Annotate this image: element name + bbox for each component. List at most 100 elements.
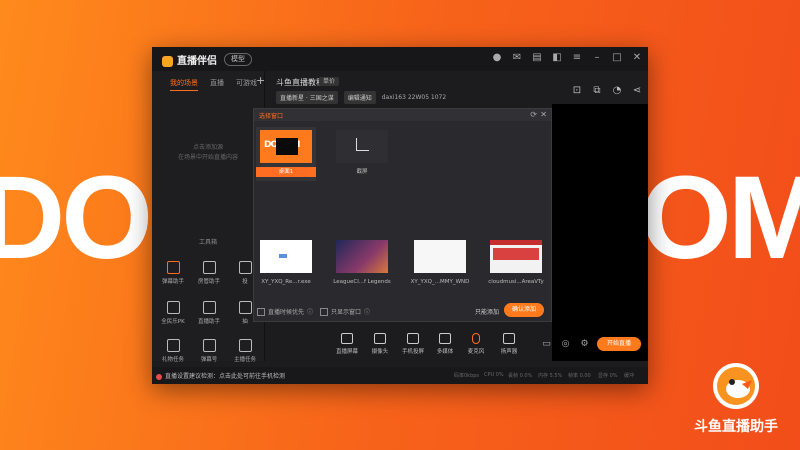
screen-icon — [341, 333, 353, 344]
mic-button[interactable]: 麦克风 — [463, 333, 489, 355]
source-thumbnail: DOC OM — [260, 130, 312, 163]
tool-task[interactable]: 主播任务 — [228, 339, 262, 363]
add-only-link[interactable]: 只能添加 — [475, 307, 499, 316]
maximize-icon[interactable]: □ — [612, 52, 622, 64]
toolbar-label: 多媒体 — [436, 349, 454, 355]
lock-icon[interactable]: ⊡ — [572, 85, 582, 96]
mobile-cast-button[interactable]: 手机投屏 — [400, 333, 426, 355]
tool-gift[interactable]: 礼物任务 — [156, 339, 190, 363]
sidebar-empty-hint: 点击添加源 在场景中开始直播内容 — [152, 143, 264, 163]
source-thumbnail — [336, 240, 388, 273]
source-thumbnail — [414, 240, 466, 273]
notes-icon[interactable]: ▤ — [532, 52, 542, 64]
avatar-icon[interactable]: ● — [492, 52, 502, 64]
timer-icon[interactable]: ◎ — [561, 339, 570, 349]
tool-label: 全民乐PK — [161, 319, 185, 325]
bell-icon[interactable]: ◔ — [612, 85, 622, 96]
mobile-icon — [407, 333, 419, 344]
room-info-row: 直播新星 · 三国之谋 编辑通知 daxi163 22W05 1072 — [276, 91, 446, 104]
checkbox-box[interactable] — [257, 307, 265, 316]
source-item[interactable]: DOC OM 桌面1 — [256, 127, 316, 181]
stat-fps: 帧率 0.00 — [568, 373, 591, 379]
toolbar-label: 直播屏幕 — [335, 349, 358, 355]
tool-pk[interactable]: 全民乐PK — [156, 301, 190, 325]
tool-assist[interactable]: 直播助手 — [192, 301, 226, 325]
titlebar: 直播伴侣 模型 ● ✉ ▤ ◧ ≡ – □ ✕ — [152, 47, 648, 71]
edit-notice-chip[interactable]: 编辑通知 — [343, 91, 376, 104]
live-companion-window: 直播伴侣 模型 ● ✉ ▤ ◧ ≡ – □ ✕ 我的场景 直播 可游戏 点击添加… — [152, 47, 648, 384]
category-chip[interactable]: 直播新星 · 三国之谋 — [276, 91, 338, 104]
crop-icon — [336, 130, 388, 163]
speaker-button[interactable]: 扬声器 — [496, 333, 522, 355]
source-item[interactable]: LeagueCl...f Legends — [332, 237, 392, 291]
tool-label: 房管助手 — [197, 279, 220, 285]
source-item[interactable]: 截屏 — [332, 127, 392, 181]
speaker-icon — [503, 333, 515, 344]
tool-label: 投 — [242, 279, 248, 285]
room-tag[interactable]: 单价 — [319, 77, 340, 86]
dialog-close-icon[interactable]: ✕ — [540, 110, 547, 119]
pk-icon — [166, 301, 180, 314]
settings-gear-icon[interactable]: ⚙ — [580, 339, 589, 349]
refresh-icon[interactable]: ⟳ — [530, 110, 537, 119]
dialog-header: 选择窗口 ⟳ ✕ — [254, 109, 551, 121]
confirm-add-button[interactable]: 确认添加 — [504, 303, 544, 317]
skin-icon[interactable]: ◧ — [552, 52, 562, 64]
tool-label: 弹幕号 — [200, 357, 218, 363]
cast-icon — [238, 261, 252, 274]
media-icon — [439, 333, 451, 344]
window-only-checkbox[interactable]: 只显示窗口 ⓘ — [320, 307, 370, 316]
tab-live[interactable]: 直播 — [210, 78, 224, 91]
source-item[interactable]: XY_YXQ_Re...r.exe — [256, 237, 316, 291]
room-title[interactable]: 斗鱼直播教程 — [276, 77, 324, 88]
tool-label: 弹幕助手 — [161, 279, 184, 285]
tool-admin[interactable]: 房管助手 — [192, 261, 226, 285]
gift-icon — [166, 339, 180, 352]
app-brand-label: 直播伴侣 — [177, 56, 217, 67]
media-button[interactable]: 多媒体 — [432, 333, 458, 355]
priority-checkbox[interactable]: 直播时候优先 ⓘ — [257, 307, 313, 316]
source-caption: cloudmusi...AreaVTy — [488, 279, 544, 285]
close-icon[interactable]: ✕ — [632, 52, 642, 64]
add-scene-icon[interactable]: + — [256, 74, 265, 87]
source-caption: 桌面1 — [256, 167, 316, 177]
status-warning[interactable]: 直播设置建议检测：点击此处可前往手机检测 — [156, 371, 285, 380]
toolbar-label: 扬声器 — [500, 349, 518, 355]
minimize-icon[interactable]: – — [592, 52, 602, 64]
draw-icon — [238, 301, 252, 314]
checkbox-label: 直播时候优先 — [268, 309, 305, 316]
statusbar: 直播设置建议检测：点击此处可前往手机检测 码率0kbps CPU 0% 丢帧 0… — [152, 367, 648, 384]
start-live-button[interactable]: 开始直播 — [597, 337, 641, 351]
tab-games[interactable]: 可游戏 — [236, 78, 257, 91]
source-item[interactable]: XY_YXQ_...MMY_WND — [410, 237, 470, 291]
tool-danmaku[interactable]: 弹幕助手 — [156, 261, 190, 285]
share-icon[interactable]: ⧉ — [592, 85, 602, 96]
stat-memory: 内存 5.5% — [538, 373, 563, 379]
source-thumbnail — [260, 240, 312, 273]
screen-button[interactable]: 直播屏幕 — [334, 333, 360, 355]
douyu-mascot-icon — [713, 363, 759, 409]
mail-icon[interactable]: ✉ — [512, 52, 522, 64]
camera-button[interactable]: 摄像头 — [367, 333, 393, 355]
empty-hint-line-2: 在场景中开始直播内容 — [177, 154, 238, 161]
room-stats: daxi163 22W05 1072 — [381, 94, 447, 101]
mode-pill[interactable]: 模型 — [224, 53, 252, 66]
source-item[interactable]: cloudmusi...AreaVTy — [486, 237, 546, 291]
tool-label: 直播助手 — [197, 319, 220, 325]
record-icon[interactable]: ▭ — [542, 339, 551, 349]
toolbar-label: 手机投屏 — [401, 349, 424, 355]
checkbox-box[interactable] — [320, 307, 328, 316]
tool-label: 礼物任务 — [161, 357, 184, 363]
stat-dropped: 丢帧 0.0% — [508, 373, 533, 379]
task-icon — [238, 339, 252, 352]
tab-my-scenes[interactable]: 我的场景 — [170, 78, 198, 91]
tool-calendar[interactable]: 弹幕号 — [192, 339, 226, 363]
menu-icon[interactable]: ≡ — [572, 52, 582, 64]
stat-gpu: 显存 0% — [598, 373, 618, 379]
toolbar-label: 摄像头 — [371, 349, 389, 355]
info-icon: ⓘ — [364, 309, 371, 316]
toolbar-label: 麦克风 — [467, 349, 485, 355]
share-alt-icon[interactable]: ⋖ — [632, 85, 642, 96]
stat-buffer: 缓冲 — [624, 373, 635, 379]
assist-icon — [202, 301, 216, 314]
